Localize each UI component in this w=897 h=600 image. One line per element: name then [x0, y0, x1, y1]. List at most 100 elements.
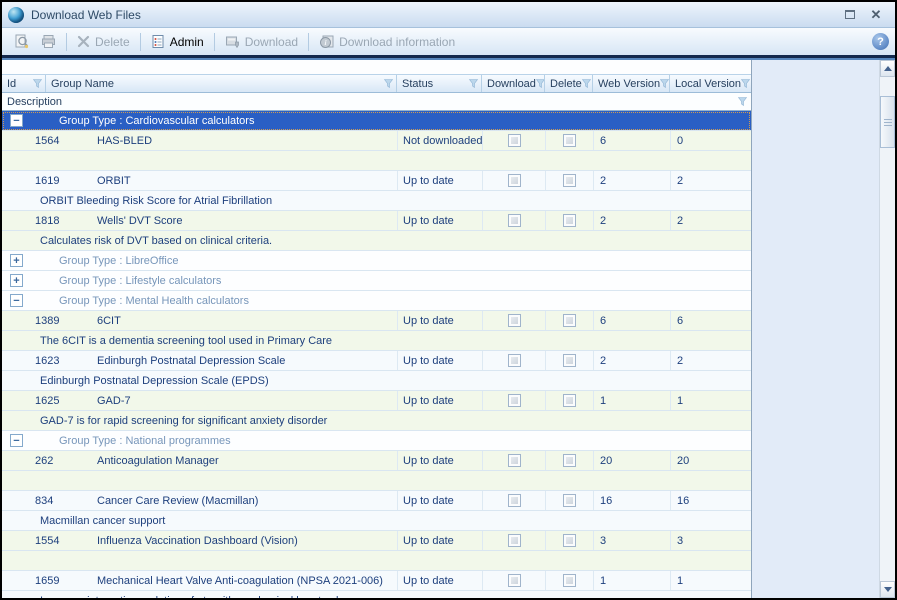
download-button[interactable]: Download [219, 32, 304, 52]
description-header-row[interactable]: Description [2, 93, 751, 111]
column-header-web-version[interactable]: Web Version [593, 75, 670, 92]
column-header-delete[interactable]: Delete [545, 75, 593, 92]
delete-checkbox[interactable] [563, 134, 576, 147]
description-row[interactable]: Edinburgh Postnatal Depression Scale (EP… [2, 371, 751, 391]
cell-status: Up to date [397, 351, 482, 370]
column-header-label: Local Version [675, 78, 741, 90]
delete-checkbox[interactable] [563, 394, 576, 407]
print-button[interactable] [35, 31, 62, 52]
table-row[interactable]: 1623Edinburgh Postnatal Depression Scale… [2, 351, 751, 371]
download-information-button[interactable]: i Download information [313, 32, 461, 52]
download-checkbox[interactable] [508, 454, 521, 467]
cell-web-version: 3 [593, 531, 670, 550]
delete-checkbox[interactable] [563, 354, 576, 367]
cell-status: Not downloaded [397, 131, 482, 150]
filter-icon[interactable] [469, 79, 478, 88]
description-row[interactable] [2, 151, 751, 171]
table-row[interactable]: 1564HAS-BLEDNot downloaded60 [2, 131, 751, 151]
column-header-local-version[interactable]: Local Version [670, 75, 751, 92]
column-header-label: Status [402, 78, 433, 90]
filter-icon[interactable] [536, 79, 545, 88]
delete-checkbox[interactable] [563, 574, 576, 587]
filter-icon[interactable] [582, 79, 591, 88]
print-preview-button[interactable] [8, 31, 35, 52]
download-checkbox[interactable] [508, 314, 521, 327]
table-row[interactable]: 1818Wells' DVT ScoreUp to date22 [2, 211, 751, 231]
scroll-up-button[interactable] [880, 60, 895, 77]
expand-icon[interactable]: + [10, 274, 23, 287]
group-row[interactable]: −Group Type : National programmes [2, 431, 751, 451]
table-row[interactable]: 834Cancer Care Review (Macmillan)Up to d… [2, 491, 751, 511]
collapse-icon[interactable]: − [10, 114, 23, 127]
group-row[interactable]: +Group Type : LibreOffice [2, 251, 751, 271]
delete-checkbox[interactable] [563, 174, 576, 187]
filter-icon[interactable] [33, 79, 42, 88]
download-icon [225, 35, 240, 49]
delete-checkbox[interactable] [563, 454, 576, 467]
table-row[interactable]: 1619ORBITUp to date22 [2, 171, 751, 191]
data-grid: Id Group Name Status Download Delete Web… [2, 60, 752, 598]
download-checkbox[interactable] [508, 134, 521, 147]
download-checkbox[interactable] [508, 534, 521, 547]
filter-icon[interactable] [384, 79, 393, 88]
table-row[interactable]: 1554Influenza Vaccination Dashboard (Vis… [2, 531, 751, 551]
close-button[interactable]: ✕ [865, 6, 887, 23]
scroll-down-button[interactable] [880, 581, 895, 598]
download-checkbox[interactable] [508, 174, 521, 187]
title-bar: Download Web Files ✕ [2, 2, 895, 28]
group-label: Group Type : Lifestyle calculators [59, 275, 221, 287]
filter-icon[interactable] [738, 97, 747, 106]
delete-checkbox[interactable] [563, 534, 576, 547]
download-checkbox[interactable] [508, 394, 521, 407]
scrollbar-thumb[interactable] [880, 96, 895, 148]
column-header-group-name[interactable]: Group Name [46, 75, 397, 92]
vertical-scrollbar[interactable] [879, 60, 895, 598]
window-title: Download Web Files [31, 8, 835, 22]
description-row[interactable]: Inappropriate anticoagulation of pts wit… [2, 591, 751, 598]
admin-button[interactable]: Admin [145, 31, 210, 52]
help-button[interactable]: ? [872, 33, 889, 50]
description-row[interactable]: Calculates risk of DVT based on clinical… [2, 231, 751, 251]
description-row[interactable]: ORBIT Bleeding Risk Score for Atrial Fib… [2, 191, 751, 211]
download-checkbox[interactable] [508, 354, 521, 367]
delete-checkbox[interactable] [563, 214, 576, 227]
cell-status: Up to date [397, 451, 482, 470]
table-row[interactable]: 262Anticoagulation ManagerUp to date2020 [2, 451, 751, 471]
group-row[interactable]: −Group Type : Mental Health calculators [2, 291, 751, 311]
download-checkbox[interactable] [508, 214, 521, 227]
column-header-download[interactable]: Download [482, 75, 545, 92]
expand-icon[interactable]: + [10, 254, 23, 267]
group-row[interactable]: −Group Type : Cardiovascular calculators [2, 111, 751, 131]
group-row[interactable]: + Group Type : Lifestyle calculators [2, 271, 751, 291]
cell-group-name: Edinburgh Postnatal Depression Scale [97, 351, 397, 370]
cell-status: Up to date [397, 211, 482, 230]
cell-id: 1625 [2, 391, 97, 410]
cell-id: 1623 [2, 351, 97, 370]
cell-local-version: 16 [670, 491, 751, 510]
description-row[interactable]: GAD-7 is for rapid screening for signifi… [2, 411, 751, 431]
cell-delete [545, 451, 593, 470]
delete-checkbox[interactable] [563, 494, 576, 507]
column-header-id[interactable]: Id [2, 75, 46, 92]
collapse-icon[interactable]: − [10, 434, 23, 447]
cell-group-name: Mechanical Heart Valve Anti-coagulation … [97, 571, 397, 590]
description-row[interactable] [2, 551, 751, 571]
description-row[interactable]: Macmillan cancer support [2, 511, 751, 531]
column-header-label: Id [7, 78, 16, 90]
download-checkbox[interactable] [508, 494, 521, 507]
collapse-icon[interactable]: − [10, 294, 23, 307]
description-row[interactable]: The 6CIT is a dementia screening tool us… [2, 331, 751, 351]
delete-button[interactable]: Delete [71, 32, 136, 52]
maximize-button[interactable] [839, 6, 861, 23]
delete-checkbox[interactable] [563, 314, 576, 327]
table-row[interactable]: 1625GAD-7Up to date11 [2, 391, 751, 411]
cell-local-version: 2 [670, 211, 751, 230]
column-header-status[interactable]: Status [397, 75, 482, 92]
toolbar-separator [214, 33, 215, 51]
table-row[interactable]: 13896CITUp to date66 [2, 311, 751, 331]
download-checkbox[interactable] [508, 574, 521, 587]
filter-icon[interactable] [741, 79, 750, 88]
filter-icon[interactable] [660, 79, 669, 88]
description-row[interactable] [2, 471, 751, 491]
table-row[interactable]: 1659Mechanical Heart Valve Anti-coagulat… [2, 571, 751, 591]
